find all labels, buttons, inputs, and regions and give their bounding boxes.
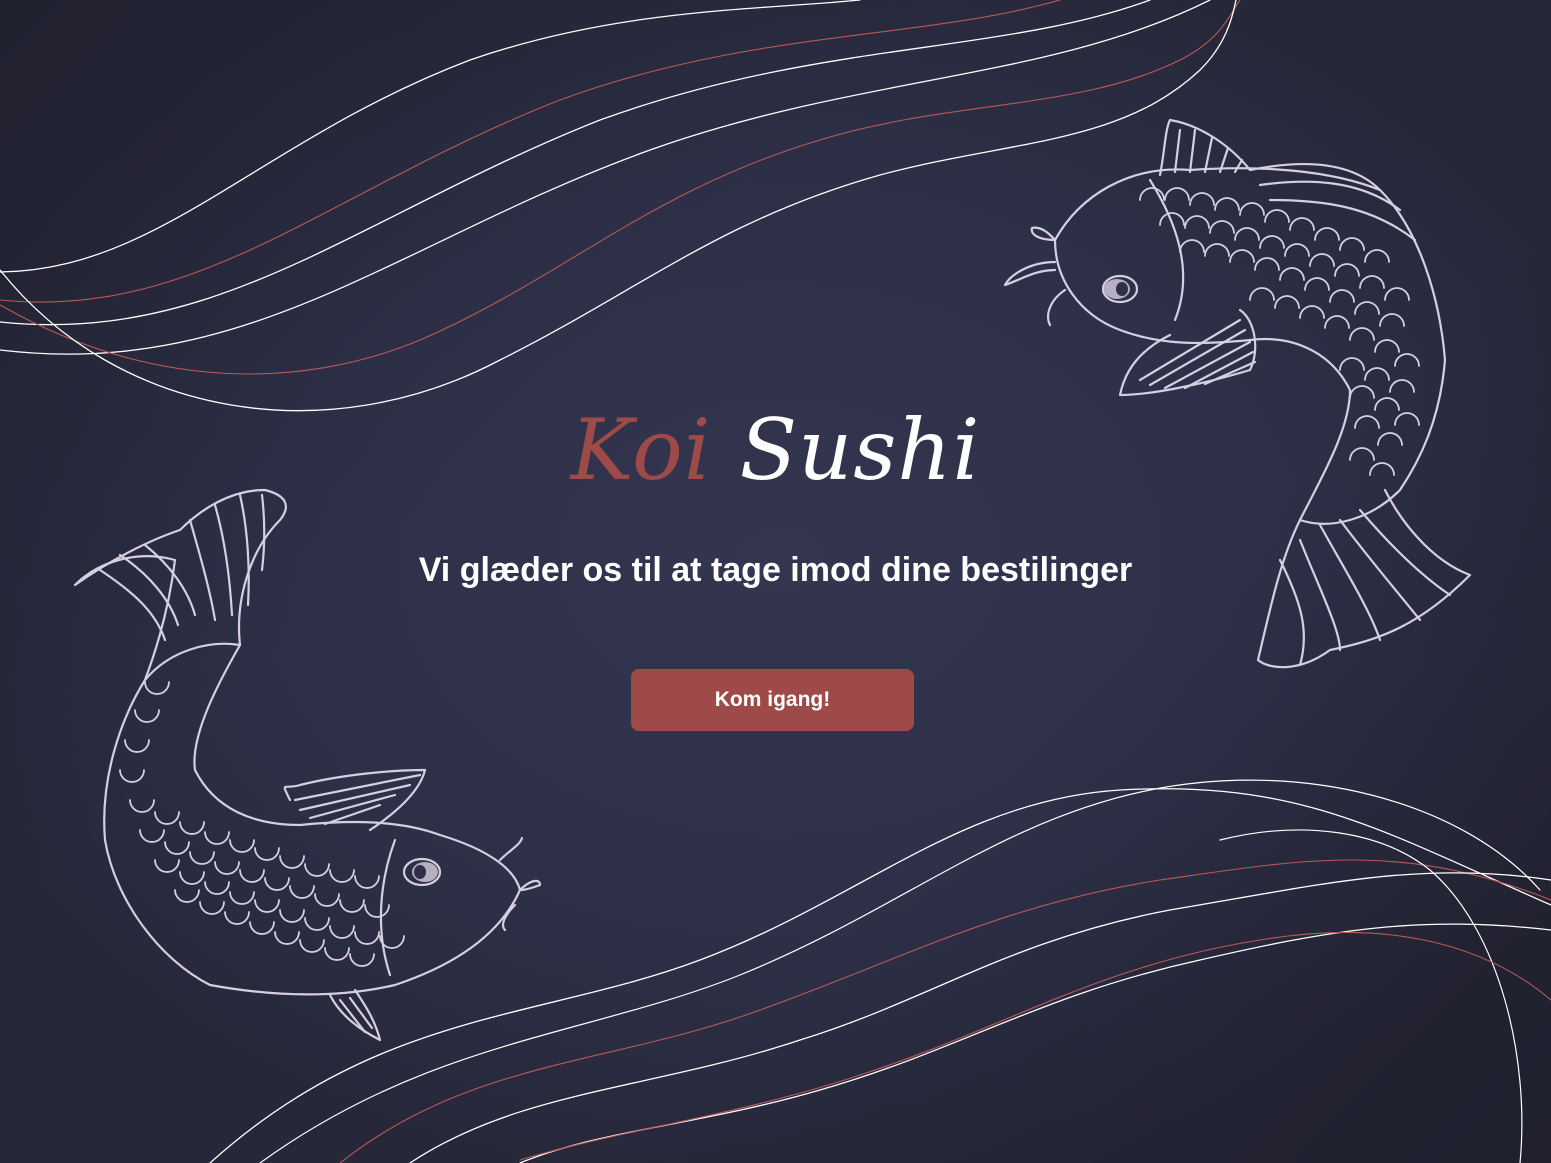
get-started-button[interactable]: Kom igang! — [631, 669, 914, 731]
brand-name-koi: Koi — [570, 401, 712, 499]
brand-logo: Koi Sushi — [0, 395, 1551, 505]
hero-tagline: Vi glæder os til at tage imod dine besti… — [418, 551, 1133, 589]
brand-name-sushi: Sushi — [739, 401, 981, 499]
